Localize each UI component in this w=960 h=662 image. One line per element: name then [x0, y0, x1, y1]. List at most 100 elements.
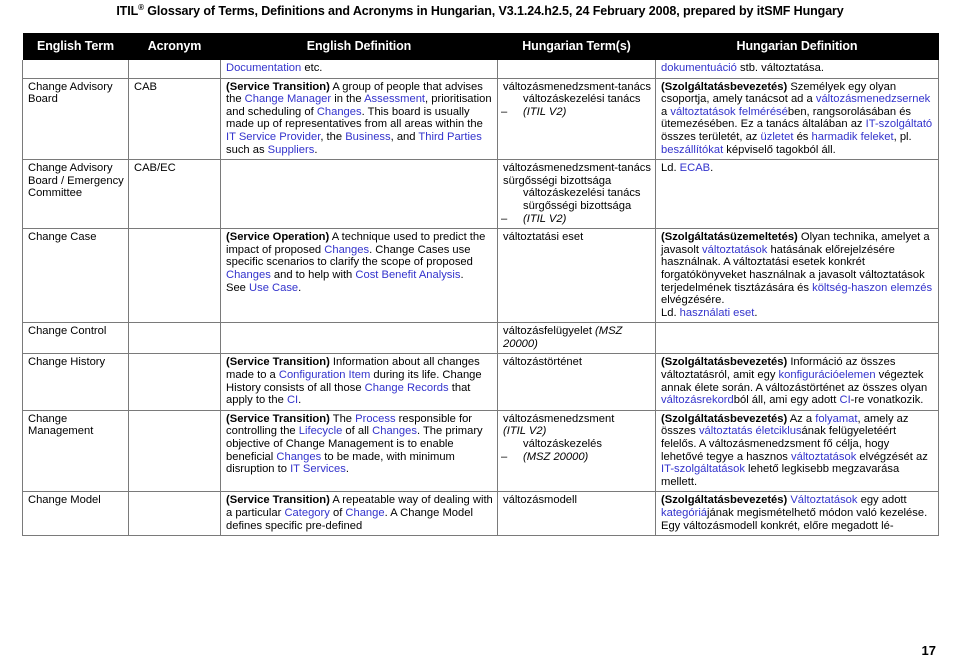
- cell-hungarian-term: változásmenedzsment-tanács sürgősségi bi…: [497, 159, 656, 230]
- link-beszallitokat[interactable]: beszállítókat: [661, 144, 723, 156]
- link-lifecycle[interactable]: Lifecycle: [299, 425, 343, 437]
- link-process[interactable]: Process: [355, 413, 395, 425]
- cell-english-term: [22, 60, 129, 79]
- cell-hungarian-term: változtatási eset: [497, 228, 656, 324]
- link-change[interactable]: Change: [345, 507, 384, 519]
- link-it-service-provider[interactable]: IT Service Provider: [226, 131, 320, 143]
- cell-hungarian-definition: [655, 322, 939, 355]
- hungarian-term-sub: – változáskezelési tanács sürgősségi bizo…: [501, 187, 651, 225]
- link-valtoztatasok-felmeresében[interactable]: változtatások felmérésé: [670, 106, 788, 118]
- link-suppliers[interactable]: Suppliers: [268, 144, 315, 156]
- link-dokumentuacio[interactable]: dokumentuáció: [661, 62, 737, 74]
- dash-bullet-icon: –: [501, 212, 508, 225]
- link-changes[interactable]: Changes: [372, 425, 417, 437]
- link-change-records[interactable]: Change Records: [365, 382, 449, 394]
- cell-english-term: Change Advisory Board: [22, 77, 129, 161]
- hungarian-term-sub: – változáskezelési tanács (ITIL V2): [501, 93, 651, 118]
- link-harmadik-feleket[interactable]: harmadik feleket: [812, 131, 894, 143]
- header-title-post: Glossary of Terms, Definitions and Acron…: [143, 4, 844, 18]
- hungarian-term-main: változásfelügyelet: [503, 325, 592, 338]
- hungarian-term-sub-label: változáskezelés: [523, 438, 602, 451]
- link-valtozasmenedzsernek[interactable]: változásmenedzsernek: [816, 93, 930, 105]
- cell-hungarian-definition: (Szolgáltatásbevezetés) Információ az ös…: [655, 353, 939, 411]
- dash-bullet-icon: –: [501, 450, 508, 463]
- cell-acronym: [128, 60, 221, 79]
- link-it-szolgaltatasok[interactable]: IT-szolgáltatások: [661, 463, 745, 475]
- table-header: English Term Acronym English Definition …: [22, 33, 939, 60]
- cell-hungarian-definition: (Szolgáltatásüzemeltetés) Olyan technika…: [655, 228, 939, 324]
- cell-hungarian-definition: (Szolgáltatásbevezetés) Változtatások eg…: [655, 491, 939, 537]
- link-category[interactable]: Category: [284, 507, 329, 519]
- link-changes[interactable]: Changes: [317, 106, 362, 118]
- link-valtoztatasok[interactable]: változtatások: [702, 244, 767, 256]
- link-hasznalati-eset[interactable]: használati eset: [680, 307, 755, 319]
- dash-bullet-icon: –: [501, 105, 508, 118]
- cell-hungarian-term: változásfelügyelet (MSZ 20000): [497, 322, 656, 355]
- link-assessment[interactable]: Assessment: [364, 93, 425, 105]
- link-ci[interactable]: CI: [839, 394, 850, 406]
- link-valtoztatasok[interactable]: Változtatások: [790, 494, 857, 506]
- link-kategoriajanak[interactable]: kategóriá: [661, 507, 707, 519]
- cell-hungarian-term: változástörténet: [497, 353, 656, 411]
- hungarian-term-sub-note: (ITIL V2): [523, 105, 567, 118]
- link-valtozasrekord[interactable]: változásrekord: [661, 394, 734, 406]
- glossary-page: ITIL® Glossary of Terms, Definitions and…: [0, 0, 960, 662]
- link-change-manager[interactable]: Change Manager: [245, 93, 331, 105]
- link-koltseg-haszon-elemzes[interactable]: költség-haszon elemzés: [812, 282, 932, 294]
- link-changes[interactable]: Changes: [324, 244, 369, 256]
- cell-english-definition: [220, 322, 498, 355]
- table-body: Documentation etc. dokumentuáció stb. vá…: [22, 60, 939, 537]
- link-ci[interactable]: CI: [287, 394, 298, 406]
- hungarian-term-main: változásmenedzsment-tanács sürgősségi bi…: [503, 162, 651, 187]
- link-konfiguracioelemen[interactable]: konfigurációelemen: [779, 369, 876, 381]
- hungarian-term-sub-label: változáskezelési tanács sürgősségi bizot…: [523, 187, 641, 212]
- link-valtoztatas-eletciklusanak[interactable]: változtatás életciklus: [699, 425, 802, 437]
- table-row: Change Advisory Board CAB (Service Trans…: [22, 77, 939, 161]
- cell-acronym: [128, 322, 221, 355]
- cell-hungarian-definition: Ld. ECAB.: [655, 159, 939, 230]
- cell-acronym: [128, 491, 221, 537]
- cell-english-term: Change Control: [22, 322, 129, 355]
- hungarian-term-sub: – változáskezelés (MSZ 20000): [501, 438, 651, 463]
- page-number: 17: [921, 643, 936, 658]
- link-use-case[interactable]: Use Case: [249, 282, 298, 294]
- cell-hungarian-term: változásmenedzsment-tanács – változáskezel…: [497, 77, 656, 161]
- link-valtoztatasok[interactable]: változtatások: [791, 451, 856, 463]
- link-changes[interactable]: Changes: [226, 269, 271, 281]
- hungarian-term-main-note: (ITIL V2): [503, 425, 547, 438]
- link-configuration-item[interactable]: Configuration Item: [279, 369, 370, 381]
- hungarian-term-main: változásmenedzsment-tanács: [503, 80, 651, 93]
- hungarian-term-main: változásmenedzsment: [503, 412, 615, 425]
- hungarian-term-sub-note: (MSZ 20000): [523, 450, 589, 463]
- link-folyamat[interactable]: folyamat: [815, 413, 857, 425]
- link-it-services[interactable]: IT Services: [290, 463, 346, 475]
- link-it-szolgaltato[interactable]: IT-szolgáltató: [866, 118, 933, 130]
- cell-acronym: [128, 409, 221, 493]
- glossary-table: English Term Acronym English Definition …: [22, 33, 939, 537]
- cell-acronym: CAB: [128, 77, 221, 161]
- table-row: Change History (Service Transition) Info…: [22, 353, 939, 411]
- link-uzletet[interactable]: üzletet: [761, 131, 794, 143]
- column-header-hungarian-definition: Hungarian Definition: [655, 33, 939, 60]
- document-running-header: ITIL® Glossary of Terms, Definitions and…: [0, 3, 960, 19]
- cell-english-term: Change Advisory Board / Emergency Commit…: [22, 159, 129, 230]
- link-documentation[interactable]: Documentation: [226, 62, 301, 74]
- table-row: Change Case (Service Operation) A techni…: [22, 228, 939, 324]
- table-header-row: English Term Acronym English Definition …: [22, 33, 939, 60]
- column-header-hungarian-term: Hungarian Term(s): [497, 33, 656, 60]
- link-changes[interactable]: Changes: [276, 451, 321, 463]
- cell-hungarian-definition: (Szolgáltatásbevezetés) Személyek egy ol…: [655, 77, 939, 161]
- link-business[interactable]: Business: [345, 131, 390, 143]
- cell-english-definition: [220, 159, 498, 230]
- cell-english-definition: (Service Transition) The Process respons…: [220, 409, 498, 493]
- cell-hungarian-term: [497, 60, 656, 79]
- column-header-english-term: English Term: [22, 33, 129, 60]
- cell-hungarian-definition: (Szolgáltatásbevezetés) Az a folyamat, a…: [655, 409, 939, 493]
- table-row: Change Control változásfelügyelet (MSZ 2…: [22, 322, 939, 355]
- link-third-parties[interactable]: Third Parties: [418, 131, 481, 143]
- link-ecab[interactable]: ECAB: [680, 162, 710, 174]
- cell-english-definition: Documentation etc.: [220, 60, 498, 79]
- cell-english-term: Change Model: [22, 491, 129, 537]
- table-row: Change Model (Service Transition) A repe…: [22, 491, 939, 537]
- link-cost-benefit-analysis[interactable]: Cost Benefit Analysis: [355, 269, 460, 281]
